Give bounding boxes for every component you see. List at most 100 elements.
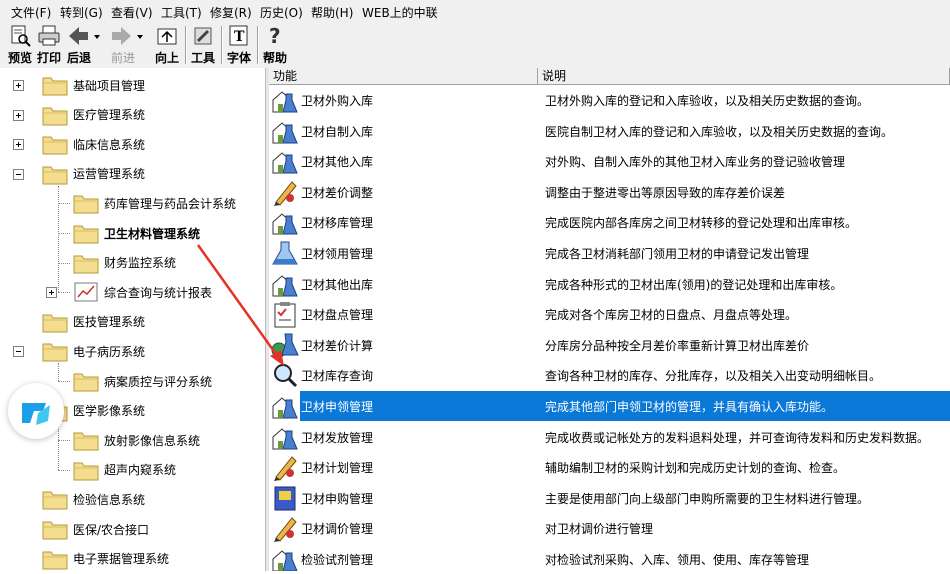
flask-house-icon	[270, 545, 300, 571]
tree-node-label: 放射影像信息系统	[104, 433, 201, 448]
tree-node[interactable]: 电子票据管理系统	[41, 545, 169, 573]
help-button[interactable]: ? 帮助	[263, 24, 287, 66]
collapse-toggle[interactable]	[13, 346, 24, 358]
logo-icon	[22, 403, 50, 425]
expand-toggle[interactable]	[46, 287, 57, 299]
menu-tools[interactable]: 工具(T)	[161, 4, 202, 21]
list-item[interactable]: 检验试剂管理 对检验试剂采购、入库、领用、使用、库存等管理	[269, 544, 950, 571]
back-arrow-icon	[69, 27, 100, 45]
tree-node-label: 财务监控系统	[104, 256, 177, 271]
folder-icon	[41, 73, 69, 97]
folder-icon	[72, 369, 100, 393]
collapse-toggle[interactable]	[13, 168, 24, 180]
preview-button[interactable]: 预览	[8, 24, 32, 66]
list-item[interactable]: 卫材盘点管理 完成对各个库房卫材的日盘点、月盘点等处理。	[269, 299, 950, 330]
up-label: 向上	[155, 51, 180, 65]
list-item[interactable]: 卫材差价计算 分库房分品种按全月差价率重新计算卫材出库差价	[269, 330, 950, 361]
folder-icon	[41, 339, 69, 363]
back-button[interactable]: 后退	[66, 24, 102, 66]
list-item[interactable]: 卫材领用管理 完成各卫材消耗部门领用卫材的申请登记发出管理	[269, 238, 950, 269]
folder-icon	[72, 191, 100, 215]
navigation-tree: 基础项目管理 医疗管理系统临床信息系统 运营管理系统药库管理与药品会计系统卫生材料管…	[0, 68, 265, 571]
list-item[interactable]: 卫材其他出库 完成各种形式的卫材出库(领用)的登记处理和出库审核。	[269, 269, 950, 300]
preview-icon	[11, 25, 31, 47]
tree-node[interactable]: 卫生材料管理系统	[72, 219, 200, 247]
list-item[interactable]: 卫材申领管理 完成其他部门申领卫材的管理，并具有确认入库功能。	[269, 391, 950, 422]
folder-icon	[41, 517, 69, 541]
function-name: 卫材库存查询	[301, 369, 374, 384]
function-name: 卫材移库管理	[301, 216, 374, 231]
tree-node[interactable]: 医技管理系统	[41, 308, 145, 336]
expand-toggle[interactable]	[13, 80, 24, 91]
list-item[interactable]: 卫材其他入库 对外购、自制入库外的其他卫材入库业务的登记验收管理	[269, 146, 950, 177]
list-item[interactable]: 卫材发放管理 完成收费或记帐处方的发料退料处理，并可查询待发料和历史发料数据。	[269, 422, 950, 453]
list-item[interactable]: 卫材申购管理 主要是使用部门向上级部门申购所需要的卫生材料进行管理。	[269, 483, 950, 514]
menu-view[interactable]: 查看(V)	[111, 4, 153, 21]
function-name: 卫材差价调整	[301, 185, 374, 200]
tree-node[interactable]: 放射影像信息系统	[72, 426, 200, 454]
tree-node[interactable]: 电子病历系统	[41, 337, 145, 365]
tree-node[interactable]: 医保/农合接口	[41, 515, 149, 543]
font-button[interactable]: T 字体	[227, 24, 251, 66]
tree-node[interactable]: 检验信息系统	[41, 485, 145, 513]
toolbar: 预览 打印 后退 前进 向上 工具 T 字体 ? 帮助	[0, 22, 950, 69]
column-header-function[interactable]: 功能	[269, 68, 538, 85]
menu-history[interactable]: 历史(O)	[260, 4, 303, 21]
tree-node[interactable]: 医疗管理系统	[41, 101, 145, 129]
function-description: 完成其他部门申领卫材的管理，并具有确认入库功能。	[545, 400, 834, 414]
function-description: 辅助编制卫材的采购计划和完成历史计划的查询、检查。	[545, 461, 846, 476]
menu-goto[interactable]: 转到(G)	[60, 4, 103, 21]
font-label: 字体	[227, 51, 252, 65]
tree-node-label: 医疗管理系统	[73, 108, 146, 123]
back-label: 后退	[66, 51, 91, 65]
menu-file[interactable]: 文件(F)	[11, 4, 51, 21]
function-name: 卫材领用管理	[301, 247, 374, 261]
tree-node[interactable]: 综合查询与统计报表	[72, 278, 212, 306]
tree-node-label: 基础项目管理	[73, 78, 146, 93]
tree-node[interactable]: 运营管理系统	[41, 160, 145, 188]
list-item[interactable]: 卫材库存查询 查询各种卫材的库存、分批库存，以及相关入出变动明细帐目。	[269, 360, 950, 391]
list-item[interactable]: 卫材调价管理 对卫材调价进行管理	[269, 513, 950, 544]
menu-web[interactable]: WEB上的中联	[362, 4, 438, 21]
tree-node[interactable]: 病案质控与评分系统	[72, 367, 212, 395]
tree-node[interactable]: 临床信息系统	[41, 130, 145, 158]
forward-label: 前进	[110, 51, 135, 65]
list-item[interactable]: 卫材外购入库 卫材外购入库的登记和入库验收，以及相关历史数据的查询。	[269, 85, 950, 116]
forward-arrow-icon	[112, 27, 143, 45]
folder-icon	[41, 310, 69, 334]
tree-node-label: 检验信息系统	[73, 492, 146, 507]
forward-button[interactable]: 前进	[109, 24, 145, 66]
menu-bar: 文件(F) 转到(G) 查看(V) 工具(T) 修复(R) 历史(O) 帮助(H…	[0, 0, 950, 22]
flask-icon	[270, 239, 300, 267]
function-name: 卫材发放管理	[301, 430, 374, 445]
up-button[interactable]: 向上	[155, 24, 179, 66]
tree-node[interactable]: 财务监控系统	[72, 249, 176, 277]
list-item[interactable]: 卫材差价调整 调整由于整进零出等原因导致的库存差价误差	[269, 177, 950, 208]
tree-node[interactable]: 药库管理与药品会计系统	[72, 189, 236, 217]
function-name: 卫材计划管理	[301, 461, 374, 476]
menu-repair[interactable]: 修复(R)	[210, 4, 252, 21]
expand-toggle[interactable]	[13, 139, 24, 151]
folder-icon	[41, 547, 69, 571]
list-item[interactable]: 卫材移库管理 完成医院内部各库房之间卫材转移的登记处理和出库审核。	[269, 207, 950, 238]
tree-connector	[58, 292, 70, 294]
expand-toggle[interactable]	[13, 109, 24, 121]
folder-icon	[41, 162, 69, 186]
tree-node-label: 医学影像系统	[73, 404, 146, 419]
tree-connector	[58, 469, 70, 471]
function-name: 卫材其他入库	[301, 155, 374, 170]
function-description: 完成对各个库房卫材的日盘点、月盘点等处理。	[545, 308, 798, 323]
tree-node-label: 综合查询与统计报表	[104, 285, 213, 300]
flask-house-icon	[270, 270, 300, 298]
list-item[interactable]: 卫材自制入库 医院自制卫材入库的登记和入库验收，以及相关历史数据的查询。	[269, 116, 950, 147]
tree-node[interactable]: 基础项目管理	[41, 71, 145, 99]
folder-icon	[41, 103, 69, 127]
tree-node[interactable]: 超声内窥系统	[72, 456, 176, 484]
function-description: 分库房分品种按全月差价率重新计算卫材出库差价	[545, 338, 810, 353]
menu-help[interactable]: 帮助(H)	[311, 4, 353, 21]
tree-node-label: 药库管理与药品会计系统	[104, 196, 237, 211]
column-header-description[interactable]: 说明	[538, 68, 950, 85]
list-item[interactable]: 卫材计划管理 辅助编制卫材的采购计划和完成历史计划的查询、检查。	[269, 452, 950, 483]
tools-button[interactable]: 工具	[191, 24, 215, 66]
tree-connector	[58, 203, 70, 205]
